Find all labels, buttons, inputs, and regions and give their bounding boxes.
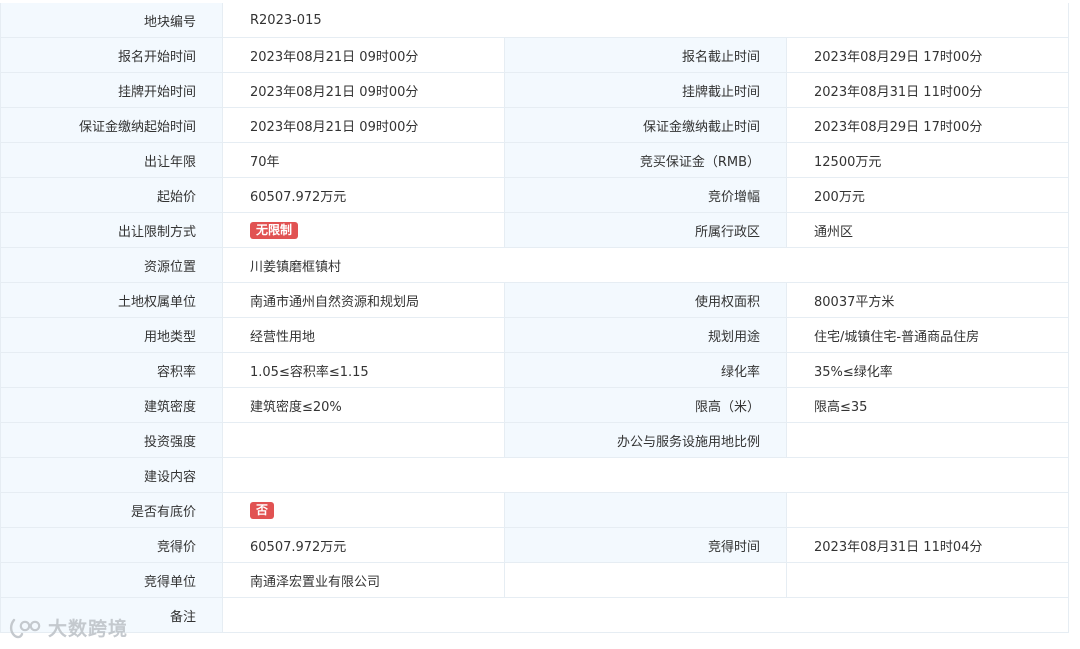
table-row: 资源位置 川姜镇磨框镇村 xyxy=(0,247,1070,283)
field-value xyxy=(786,492,1070,528)
field-value: 2023年08月21日 09时00分 xyxy=(222,72,505,108)
field-label: 使用权面积 xyxy=(504,282,787,318)
field-value: 1.05≤容积率≤1.15 xyxy=(222,352,505,388)
field-label: 用地类型 xyxy=(0,317,223,353)
field-label: 报名开始时间 xyxy=(0,37,223,73)
field-value: R2023-015 xyxy=(222,3,1070,38)
table-row: 投资强度 办公与服务设施用地比例 xyxy=(0,422,1070,458)
field-value xyxy=(786,422,1070,458)
table-row: 出让年限 70年 竞买保证金（RMB） 12500万元 xyxy=(0,142,1070,178)
field-label: 地块编号 xyxy=(0,3,223,38)
field-label: 挂牌开始时间 xyxy=(0,72,223,108)
field-value: 70年 xyxy=(222,142,505,178)
table-row: 挂牌开始时间 2023年08月21日 09时00分 挂牌截止时间 2023年08月31… xyxy=(0,72,1070,108)
field-value: 否 xyxy=(222,492,505,528)
field-label: 起始价 xyxy=(0,177,223,213)
field-label: 是否有底价 xyxy=(0,492,223,528)
field-label: 限高（米） xyxy=(504,387,787,423)
field-label: 投资强度 xyxy=(0,422,223,458)
field-label: 竞价增幅 xyxy=(504,177,787,213)
field-label: 土地权属单位 xyxy=(0,282,223,318)
field-value: 经营性用地 xyxy=(222,317,505,353)
table-row: 竞得单位 南通泽宏置业有限公司 xyxy=(0,562,1070,598)
field-value: 南通泽宏置业有限公司 xyxy=(222,562,505,598)
status-badge: 否 xyxy=(250,501,275,519)
table-row: 竞得价 60507.972万元 竞得时间 2023年08月31日 11时04分 xyxy=(0,527,1070,563)
field-value xyxy=(222,597,1070,633)
field-label: 办公与服务设施用地比例 xyxy=(504,422,787,458)
table-row: 建筑密度 建筑密度≤20% 限高（米） 限高≤35 xyxy=(0,387,1070,423)
field-label: 资源位置 xyxy=(0,247,223,283)
table-row: 用地类型 经营性用地 规划用途 住宅/城镇住宅-普通商品住房 xyxy=(0,317,1070,353)
field-value: 2023年08月21日 09时00分 xyxy=(222,37,505,73)
table-row: 出让限制方式 无限制 所属行政区 通州区 xyxy=(0,212,1070,248)
field-value xyxy=(222,457,1070,493)
field-value: 住宅/城镇住宅-普通商品住房 xyxy=(786,317,1070,353)
table-row: 容积率 1.05≤容积率≤1.15 绿化率 35%≤绿化率 xyxy=(0,352,1070,388)
field-value: 60507.972万元 xyxy=(222,177,505,213)
field-label: 保证金缴纳截止时间 xyxy=(504,107,787,143)
field-label: 所属行政区 xyxy=(504,212,787,248)
field-value: 2023年08月29日 17时00分 xyxy=(786,107,1070,143)
field-label: 竞得单位 xyxy=(0,562,223,598)
field-value: 川姜镇磨框镇村 xyxy=(222,247,1070,283)
field-label: 出让年限 xyxy=(0,142,223,178)
field-value: 通州区 xyxy=(786,212,1070,248)
table-row: 土地权属单位 南通市通州自然资源和规划局 使用权面积 80037平方米 xyxy=(0,282,1070,318)
field-value: 80037平方米 xyxy=(786,282,1070,318)
field-label: 竞得价 xyxy=(0,527,223,563)
field-value: 2023年08月31日 11时00分 xyxy=(786,72,1070,108)
field-label: 报名截止时间 xyxy=(504,37,787,73)
table-row: 备注 xyxy=(0,597,1070,633)
field-label: 出让限制方式 xyxy=(0,212,223,248)
watermark: 大数跨境 xyxy=(8,614,128,641)
land-info-table: 地块编号 R2023-015 报名开始时间 2023年08月21日 09时00分 报名截… xyxy=(0,3,1070,633)
brand-logo-icon xyxy=(9,618,41,638)
field-value: 限高≤35 xyxy=(786,387,1070,423)
field-label: 保证金缴纳起始时间 xyxy=(0,107,223,143)
field-value: 12500万元 xyxy=(786,142,1070,178)
field-label: 挂牌截止时间 xyxy=(504,72,787,108)
table-row: 保证金缴纳起始时间 2023年08月21日 09时00分 保证金缴纳截止时间 2023… xyxy=(0,107,1070,143)
field-value: 2023年08月31日 11时04分 xyxy=(786,527,1070,563)
watermark-text: 大数跨境 xyxy=(48,618,129,640)
field-value: 2023年08月21日 09时00分 xyxy=(222,107,505,143)
table-row: 建设内容 xyxy=(0,457,1070,493)
field-label: 竞得时间 xyxy=(504,527,787,563)
table-row: 是否有底价 否 xyxy=(0,492,1070,528)
field-value: 35%≤绿化率 xyxy=(786,352,1070,388)
table-row: 起始价 60507.972万元 竞价增幅 200万元 xyxy=(0,177,1070,213)
status-badge: 无限制 xyxy=(250,221,299,239)
field-label xyxy=(504,492,787,528)
field-value: 2023年08月29日 17时00分 xyxy=(786,37,1070,73)
field-value: 南通市通州自然资源和规划局 xyxy=(222,282,505,318)
table-row: 报名开始时间 2023年08月21日 09时00分 报名截止时间 2023年08月29… xyxy=(0,37,1070,73)
field-label xyxy=(504,562,787,598)
field-label: 规划用途 xyxy=(504,317,787,353)
field-value xyxy=(786,562,1070,598)
field-value xyxy=(222,422,505,458)
field-label: 容积率 xyxy=(0,352,223,388)
field-value: 60507.972万元 xyxy=(222,527,505,563)
field-value: 建筑密度≤20% xyxy=(222,387,505,423)
field-label: 绿化率 xyxy=(504,352,787,388)
field-label: 建设内容 xyxy=(0,457,223,493)
table-row: 地块编号 R2023-015 xyxy=(0,3,1070,38)
field-value: 200万元 xyxy=(786,177,1070,213)
field-label: 竞买保证金（RMB） xyxy=(504,142,787,178)
field-value: 无限制 xyxy=(222,212,505,248)
field-label: 建筑密度 xyxy=(0,387,223,423)
